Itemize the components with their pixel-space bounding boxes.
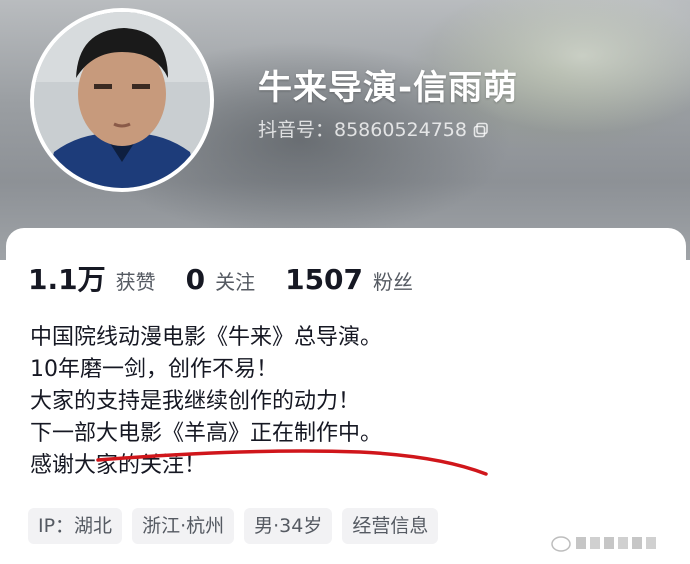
profile-tags: IP：湖北 浙江·杭州 男·34岁 经营信息 (28, 508, 448, 544)
tag-ip-location: IP：湖北 (28, 508, 123, 544)
douyin-id: 抖音号：85860524758 (258, 115, 489, 142)
bio-line: 下一部大电影《羊高》正在制作中。 (30, 421, 383, 446)
bio: 中国院线动漫电影《牛来》总导演。 10年磨一剑，创作不易！ 大家的支持是我继续创… (30, 322, 382, 482)
bio-line: 感谢大家的关注！ (30, 453, 207, 478)
stats-row: 1.1万 获赞 0 关注 1507 粉丝 (28, 258, 443, 298)
followers-count[interactable]: 1507 (285, 263, 363, 296)
bio-line: 中国院线动漫电影《牛来》总导演。 (30, 325, 383, 350)
likes-label[interactable]: 获赞 (116, 266, 156, 295)
bio-line: 大家的支持是我继续创作的动力！ (30, 389, 361, 414)
tag-business-info[interactable]: 经营信息 (342, 508, 439, 544)
following-label[interactable]: 关注 (215, 266, 255, 295)
avatar[interactable] (30, 8, 214, 192)
tag-city: 浙江·杭州 (132, 508, 235, 544)
followers-label[interactable]: 粉丝 (373, 266, 413, 295)
tag-gender-age: 男·34岁 (244, 508, 333, 544)
profile-name: 牛来导演-信雨萌 (258, 68, 519, 108)
bio-line: 10年磨一剑，创作不易！ (30, 357, 278, 382)
douyin-id-text: 抖音号：85860524758 (258, 119, 467, 141)
likes-count[interactable]: 1.1万 (28, 258, 106, 298)
following-count[interactable]: 0 (186, 263, 205, 296)
copy-icon[interactable] (473, 121, 489, 137)
weibo-watermark-icon (550, 532, 670, 554)
